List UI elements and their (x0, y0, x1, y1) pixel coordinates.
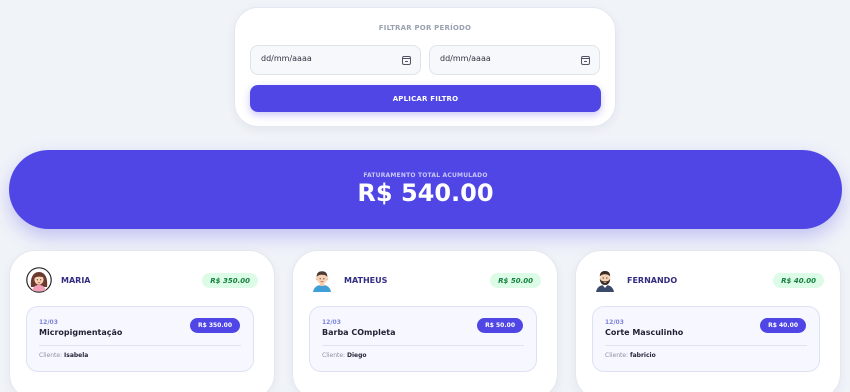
end-date-placeholder: dd/mm/aaaa (440, 54, 491, 63)
service-divider (322, 345, 524, 346)
service-name: Micropigmentação (39, 328, 123, 337)
service-date: 12/03 (39, 319, 58, 326)
barber-total-badge: R$ 350.00 (202, 273, 258, 288)
revenue-total: R$ 540.00 (357, 179, 494, 207)
service-item: 12/03 Micropigmentação R$ 350.00 Cliente… (26, 306, 254, 372)
barber-card-matheus: MATHEUS R$ 50.00 12/03 Barba COmpleta R$… (292, 250, 558, 392)
barber-card-maria: MARIA R$ 350.00 12/03 Micropigmentação R… (9, 250, 275, 392)
service-date: 12/03 (322, 319, 341, 326)
start-date-placeholder: dd/mm/aaaa (261, 54, 312, 63)
revenue-banner: FATURAMENTO TOTAL ACUMULADO R$ 540.00 (9, 150, 842, 229)
client-name: Isabela (64, 352, 89, 359)
service-name: Corte Masculinho (605, 328, 684, 337)
service-client: Cliente: Isabela (39, 352, 88, 359)
calendar-icon[interactable] (402, 56, 411, 65)
bearded-man-avatar-icon (596, 271, 614, 292)
barber-name: FERNANDO (627, 276, 678, 285)
revenue-label: FATURAMENTO TOTAL ACUMULADO (363, 172, 488, 179)
service-divider (605, 345, 807, 346)
woman-avatar-icon (26, 267, 52, 293)
service-price-badge: R$ 50.00 (477, 318, 523, 333)
barber-name: MATHEUS (344, 276, 388, 285)
client-name: Diego (347, 352, 367, 359)
apply-filter-button[interactable]: APLICAR FILTRO (250, 85, 601, 112)
barber-total-badge: R$ 40.00 (773, 273, 824, 288)
service-client: Cliente: fabricio (605, 352, 656, 359)
client-label: Cliente: (39, 352, 63, 359)
barber-total-badge: R$ 50.00 (490, 273, 541, 288)
service-item: 12/03 Barba COmpleta R$ 50.00 Cliente: D… (309, 306, 537, 372)
client-name: fabricio (630, 352, 656, 359)
start-date-input[interactable]: dd/mm/aaaa (250, 45, 421, 75)
service-item: 12/03 Corte Masculinho R$ 40.00 Cliente:… (592, 306, 820, 372)
client-label: Cliente: (605, 352, 629, 359)
service-price-badge: R$ 350.00 (189, 318, 240, 333)
service-date: 12/03 (605, 319, 624, 326)
service-client: Cliente: Diego (322, 352, 367, 359)
filter-title: FILTRAR POR PERÍODO (378, 24, 472, 32)
service-divider (39, 345, 241, 346)
filter-card: FILTRAR POR PERÍODO dd/mm/aaaa dd/mm/aaa… (234, 7, 616, 127)
man-avatar-icon (313, 271, 331, 292)
calendar-icon[interactable] (581, 56, 590, 65)
service-price-badge: R$ 40.00 (760, 318, 806, 333)
end-date-input[interactable]: dd/mm/aaaa (429, 45, 600, 75)
client-label: Cliente: (322, 352, 346, 359)
service-name: Barba COmpleta (322, 328, 396, 337)
barber-card-fernando: FERNANDO R$ 40.00 12/03 Corte Masculinho… (575, 250, 841, 392)
barber-name: MARIA (61, 276, 91, 285)
